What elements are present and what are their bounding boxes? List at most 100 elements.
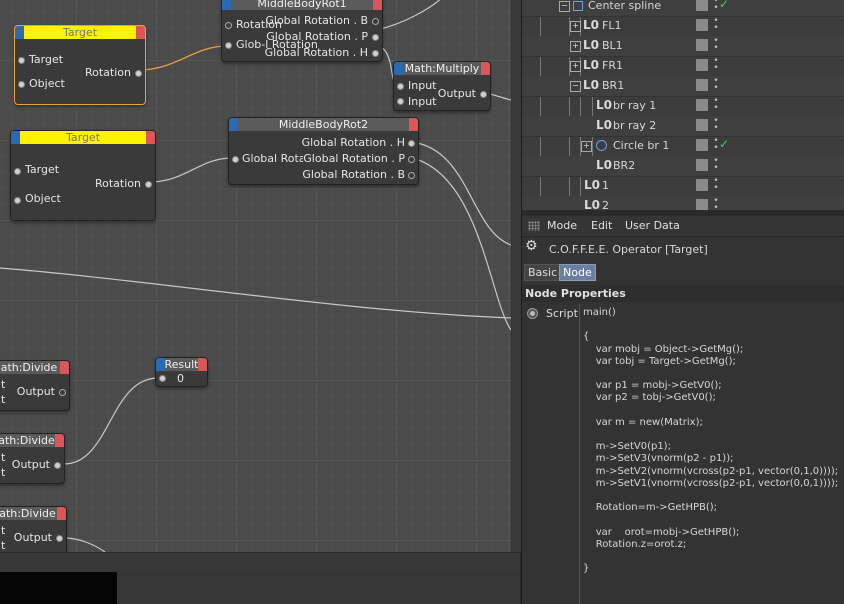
animate-radio-icon[interactable]	[527, 308, 538, 319]
expand-icon[interactable]: +	[581, 141, 592, 152]
tree-item-label: 1	[602, 179, 609, 192]
output-port[interactable]	[59, 389, 66, 396]
node-middlebodyrot1[interactable]: MiddleBodyRot1 Rotation Glob-l Rotation …	[221, 0, 383, 62]
expand-icon[interactable]: +	[570, 61, 581, 72]
menu-mode[interactable]: Mode	[547, 219, 577, 232]
visibility-dots[interactable]: • •	[712, 97, 720, 113]
collapse-icon[interactable]: −	[570, 81, 581, 92]
node-math-divide[interactable]: ath:Divide t t Output	[0, 360, 70, 411]
layer-swatch[interactable]	[696, 39, 708, 51]
enabled-check-icon[interactable]: ✓	[719, 137, 729, 151]
tree-row-2[interactable]: L0 2 • •	[522, 196, 844, 210]
input-port[interactable]	[14, 168, 21, 175]
tree-row-circle-br-1[interactable]: + Circle br 1 • • ✓	[522, 136, 844, 157]
visibility-dots[interactable]: • •	[712, 77, 720, 93]
tree-row-br-ray-1[interactable]: L0 br ray 1 • •	[522, 96, 844, 117]
wire-long-horizontal	[0, 267, 511, 319]
tree-row-bl1[interactable]: + L0 BL1 • •	[522, 36, 844, 57]
layer-swatch[interactable]	[696, 19, 708, 31]
layer-swatch[interactable]	[696, 0, 708, 11]
editor-vertical-scrollbar[interactable]	[511, 0, 521, 552]
visibility-dots[interactable]: • •	[712, 17, 720, 33]
script-code[interactable]: main() { var mobj = Object->GetMg(); var…	[583, 307, 838, 575]
tree-row-fl1[interactable]: + L0 FL1 • •	[522, 16, 844, 37]
tree-row-br-ray-2[interactable]: L0 br ray 2 • •	[522, 116, 844, 137]
null-object-icon: L0	[583, 58, 599, 72]
visibility-dots[interactable]: • •	[712, 37, 720, 53]
node-middlebodyrot2[interactable]: MiddleBodyRot2 Global Rota Global Rotati…	[228, 117, 419, 185]
tree-row-center-spline[interactable]: − Center spline • • ✓	[522, 0, 844, 17]
visibility-dots[interactable]: • •	[712, 57, 720, 73]
output-port[interactable]	[145, 181, 152, 188]
layer-swatch[interactable]	[696, 139, 708, 151]
node-result[interactable]: Result 0	[155, 357, 208, 387]
output-port[interactable]	[56, 535, 63, 542]
input-port[interactable]	[18, 81, 25, 88]
input-port[interactable]	[159, 375, 166, 382]
visibility-dots[interactable]: • •	[712, 157, 720, 173]
output-port[interactable]	[372, 18, 379, 25]
port-label: t	[1, 378, 6, 391]
input-port[interactable]	[397, 83, 404, 90]
output-port[interactable]	[135, 70, 142, 77]
node-target-selected[interactable]: Target Target Object Rotation	[14, 25, 146, 105]
layer-swatch[interactable]	[696, 159, 708, 171]
visibility-dots[interactable]: • •	[712, 177, 720, 193]
output-port[interactable]	[54, 462, 61, 469]
tree-row-br2[interactable]: L0 BR2 • •	[522, 156, 844, 177]
layer-swatch[interactable]	[696, 59, 708, 71]
layer-swatch[interactable]	[696, 179, 708, 191]
input-port[interactable]	[397, 98, 404, 105]
visibility-dots[interactable]: • •	[712, 197, 720, 211]
editor-horizontal-scrollbar[interactable]	[0, 552, 520, 571]
object-manager-tree[interactable]: − Center spline • • ✓ + L0 FL1 • • + L0 BL…	[522, 0, 844, 210]
null-object-icon: L0	[584, 198, 600, 210]
layer-swatch[interactable]	[696, 199, 708, 210]
null-object-icon: L0	[596, 98, 612, 112]
tree-row-br1[interactable]: − L0 BR1 • •	[522, 76, 844, 97]
grip-icon[interactable]	[528, 221, 540, 231]
output-port[interactable]	[480, 91, 487, 98]
tree-row-fr1[interactable]: + L0 FR1 • •	[522, 56, 844, 77]
tab-node[interactable]: Node	[559, 264, 596, 281]
script-editor[interactable]: main() { var mobj = Object->GetMg(); var…	[579, 304, 844, 604]
script-label: Script	[546, 307, 578, 320]
port-label: Global Rotation . H	[301, 136, 405, 149]
port-label: Global Rotation . P	[303, 152, 405, 165]
null-object-icon: L0	[583, 38, 599, 52]
tree-row-1[interactable]: L0 1 • •	[522, 176, 844, 197]
input-port[interactable]	[225, 22, 232, 29]
expand-icon[interactable]: +	[570, 21, 581, 32]
node-math-divide[interactable]: ath:Divide t t Output	[0, 433, 65, 484]
output-port[interactable]	[408, 156, 415, 163]
menu-user-data[interactable]: User Data	[625, 219, 680, 232]
input-port[interactable]	[232, 156, 239, 163]
node-target[interactable]: Target Target Object Rotation	[10, 130, 156, 221]
output-port[interactable]	[372, 34, 379, 41]
enabled-check-icon[interactable]: ✓	[719, 0, 729, 11]
wire-target1-to-mbr1	[139, 45, 227, 71]
input-port[interactable]	[18, 57, 25, 64]
null-object-icon: L0	[583, 78, 599, 92]
expand-icon[interactable]: +	[570, 41, 581, 52]
tab-basic[interactable]: Basic	[524, 264, 562, 281]
layer-swatch[interactable]	[696, 119, 708, 131]
port-label: Object	[25, 192, 61, 205]
menu-edit[interactable]: Edit	[591, 219, 612, 232]
input-port[interactable]	[225, 42, 232, 49]
layer-swatch[interactable]	[696, 79, 708, 91]
output-port[interactable]	[372, 50, 379, 57]
gear-icon: ⚙	[525, 238, 538, 254]
node-title: Math:Multiply	[404, 62, 480, 75]
output-port[interactable]	[408, 140, 415, 147]
node-math-divide[interactable]: ath:Divide t t Output	[0, 506, 67, 552]
input-port[interactable]	[14, 197, 21, 204]
output-port[interactable]	[408, 172, 415, 179]
node-title: MiddleBodyRot1	[257, 0, 347, 10]
xpresso-node-editor[interactable]: MiddleBodyRot1 Rotation Glob-l Rotation …	[0, 0, 511, 552]
node-math-multiply[interactable]: Math:Multiply Input Input Output	[393, 61, 491, 111]
collapse-icon[interactable]: −	[559, 1, 570, 12]
visibility-dots[interactable]: • •	[712, 117, 720, 133]
port-label: Object	[29, 77, 65, 90]
layer-swatch[interactable]	[696, 99, 708, 111]
